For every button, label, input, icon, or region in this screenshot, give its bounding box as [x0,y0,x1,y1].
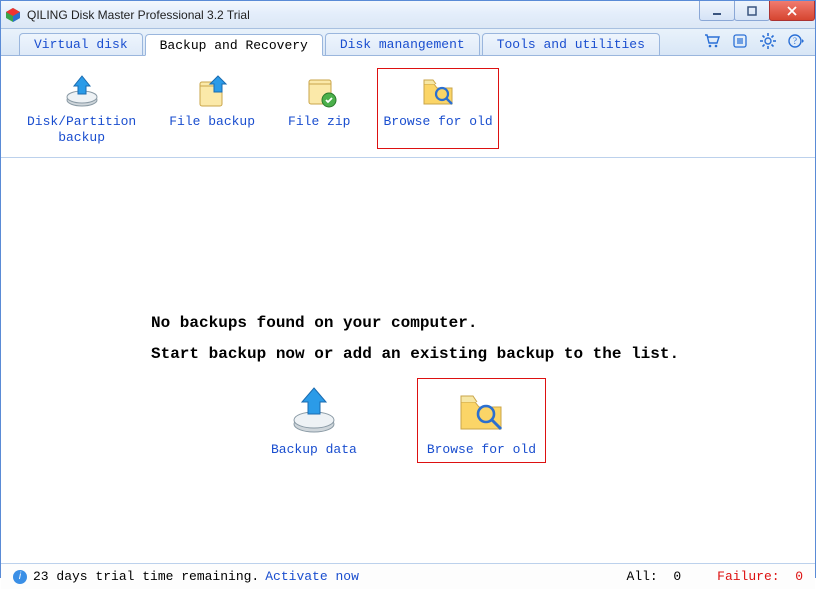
toolbtn-label: File zip [288,114,350,130]
centerbtn-label: Backup data [271,442,357,457]
empty-message-line1: No backups found on your computer. [151,308,679,338]
cart-icon[interactable] [703,32,721,50]
center-buttons: Backup data Browse for old [261,378,546,463]
browse-for-old-button[interactable]: Browse for old [377,68,498,149]
toolbtn-label2: backup [58,130,105,146]
window-title: QILING Disk Master Professional 3.2 Tria… [27,8,250,22]
gear-icon[interactable] [759,32,777,50]
info-icon: i [13,570,27,584]
status-failure: Failure: 0 [717,569,803,584]
browse-folder-icon [418,72,458,110]
help-icon[interactable]: ? [787,32,805,50]
minimize-button[interactable] [699,1,735,21]
failure-label: Failure: [717,569,779,584]
failure-count: 0 [795,569,803,584]
browse-folder-large-icon [453,384,509,436]
tab-backup-recovery[interactable]: Backup and Recovery [145,34,323,56]
disk-backup-icon [62,72,102,110]
file-zip-button[interactable]: File zip [282,68,356,149]
activate-link[interactable]: Activate now [265,569,359,584]
tab-label: Tools and utilities [497,37,645,52]
empty-message: No backups found on your computer. Start… [151,308,679,369]
titlebar: QILING Disk Master Professional 3.2 Tria… [1,1,815,29]
tab-disk-management[interactable]: Disk manangement [325,33,480,55]
close-button[interactable] [769,1,815,21]
file-backup-icon [192,72,232,110]
tab-virtual-disk[interactable]: Virtual disk [19,33,143,55]
centerbtn-label: Browse for old [427,442,536,457]
empty-message-line2: Start backup now or add an existing back… [151,339,679,369]
window-controls [700,1,815,21]
menubar-right: ? [703,32,805,50]
tab-tools-utilities[interactable]: Tools and utilities [482,33,660,55]
list-icon[interactable] [731,32,749,50]
all-count: 0 [673,569,681,584]
file-backup-button[interactable]: File backup [163,68,261,149]
status-all: All: 0 [627,569,682,584]
svg-text:?: ? [793,36,797,46]
trial-text: 23 days trial time remaining. [33,569,259,584]
content-area: No backups found on your computer. Start… [1,158,815,563]
browse-for-old-center-button[interactable]: Browse for old [417,378,546,463]
statusbar: i 23 days trial time remaining. Activate… [1,563,815,589]
toolbtn-label: Disk/Partition [27,114,136,130]
backup-data-icon [286,384,342,436]
all-label: All: [627,569,658,584]
tab-label: Virtual disk [34,37,128,52]
file-zip-icon [299,72,339,110]
disk-partition-backup-button[interactable]: Disk/Partition backup [21,68,142,149]
tab-label: Backup and Recovery [160,38,308,53]
tab-label: Disk manangement [340,37,465,52]
toolbar: Disk/Partition backup File backup File z… [1,56,815,158]
menubar: Virtual disk Backup and Recovery Disk ma… [1,29,815,56]
maximize-button[interactable] [734,1,770,21]
toolbtn-label: File backup [169,114,255,130]
app-icon [5,7,21,23]
backup-data-button[interactable]: Backup data [261,378,367,463]
toolbtn-label: Browse for old [383,114,492,130]
